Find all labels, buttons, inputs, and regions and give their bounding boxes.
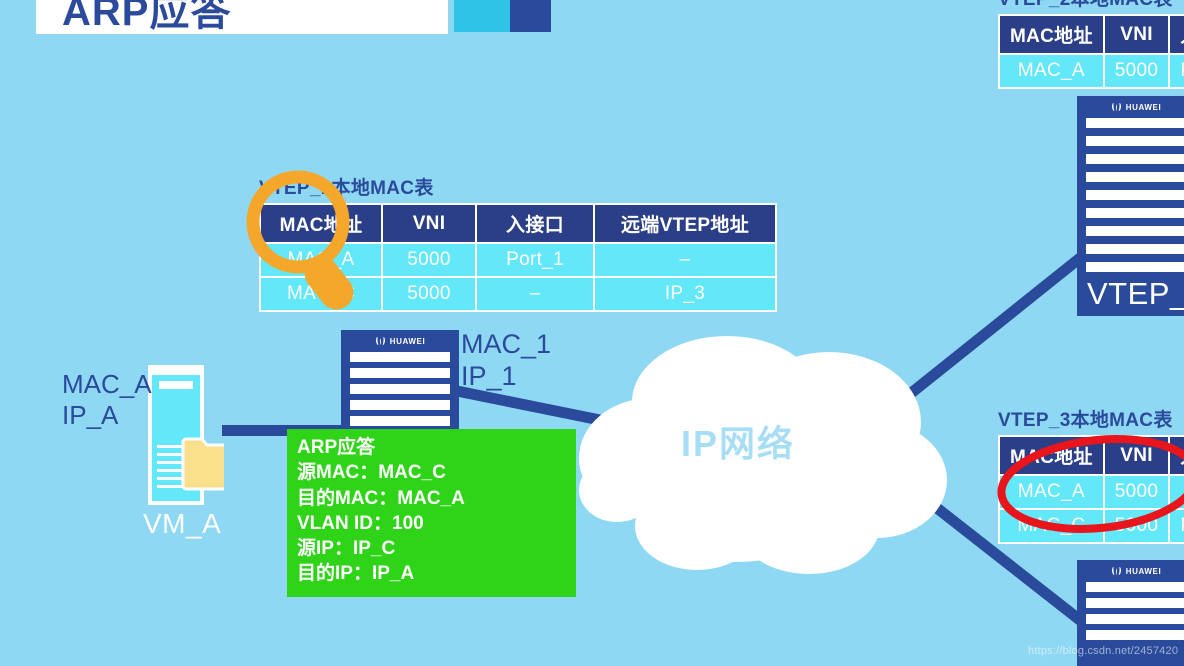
diagram-canvas: IP网络 VM_A MAC_A IP_A HUAWEI MAC_1 IP_1 H… [0,0,1184,666]
port-slot [1086,226,1184,236]
table-header-row: MAC地址 VNI 入接口 远端VTEP地址 [1000,437,1184,474]
vtep2-mac-table: MAC地址 VNI 入接口 远端VTEP地址 MAC_A 5000 Port_1… [998,14,1184,89]
cell-mac: MAC_A [261,244,381,276]
column-header-mac: MAC地址 [1000,437,1103,474]
huawei-logo-mark [1111,103,1121,112]
huawei-logo-mark [375,337,385,346]
cell-mac: MAC_C [261,278,381,310]
arp-packet-src-mac: 源MAC：MAC_C [297,462,446,484]
device-port-slots [1077,118,1184,272]
huawei-logo: HUAWEI [1111,567,1162,576]
vtep1-mac-table-block: VTEP_1本地MAC表 MAC地址 VNI 入接口 远端VTEP地址 MAC_… [259,173,777,312]
vtep3-mac-table-title: VTEP_3本地MAC表 [998,410,1173,431]
vm-a-address-label: MAC_A IP_A [62,369,152,430]
port-slot [1086,136,1184,146]
table-header-row: MAC地址 VNI 入接口 远端VTEP地址 [1000,16,1184,53]
port-slot [1086,630,1184,640]
cell-vni: 5000 [1104,476,1169,508]
title-banner: ARP应答 [36,0,448,34]
vtep1-mac-table: MAC地址 VNI 入接口 远端VTEP地址 MAC_A 5000 Port_1… [259,203,777,312]
cell-inport: Port_1 [477,244,593,276]
huawei-logo: HUAWEI [375,337,426,346]
device-port-slots [341,352,459,426]
vtep2-label: VTEP_2 [1087,276,1184,311]
port-slot [1086,582,1184,592]
cell-remote-vtep: – [595,244,775,276]
port-slot [1086,598,1184,608]
arp-packet-src-ip: 源IP：IP_C [297,538,396,560]
watermark: https://blog.csdn.net/2457420 [1028,645,1179,657]
table-header-row: MAC地址 VNI 入接口 远端VTEP地址 [261,205,775,242]
device-vtep1[interactable]: HUAWEI [341,330,459,434]
vtep2-mac-table-block: VTEP_2本地MAC表 MAC地址 VNI 入接口 远端VTEP地址 MAC_… [998,0,1184,89]
port-slot [1086,614,1184,624]
port-slot [1086,154,1184,164]
huawei-logo-text: HUAWEI [1125,103,1162,112]
port-slot [350,416,450,426]
column-header-vni: VNI [1104,16,1169,53]
cell-mac: MAC_A [1000,55,1103,87]
banner-accent-navy [510,0,551,32]
banner-accent-cyan [454,0,510,32]
vtep1-address-label: MAC_1 IP_1 [461,328,551,393]
vm-a-ip: IP_A [62,399,119,430]
vtep3-mac-table: MAC地址 VNI 入接口 远端VTEP地址 MAC_A 5000 – IP_1… [998,435,1184,544]
vm-a-label: VM_A [143,508,222,539]
cell-vni: 5000 [383,244,475,276]
column-header-remote-vtep: 远端VTEP地址 [595,205,775,242]
table-row: MAC_A 5000 Port_1 – [261,244,775,276]
cell-inport: – [1170,476,1184,508]
port-slot [1086,244,1184,254]
arp-reply-packet-box: ARP应答 源MAC：MAC_C 目的MAC：MAC_A VLAN ID：100… [287,429,576,597]
vtep2-mac-table-title: VTEP_2本地MAC表 [998,0,1184,11]
column-header-inport: 入接口 [1170,437,1184,474]
port-slot [350,384,450,394]
table-row: MAC_A 5000 Port_1 – [1000,55,1184,87]
table-row: MAC_C 5000 – IP_3 [261,278,775,310]
vtep3-mac-table-block: VTEP_3本地MAC表 MAC地址 VNI 入接口 远端VTEP地址 MAC_… [998,405,1184,544]
device-port-slots [1077,582,1184,640]
cell-inport: – [477,278,593,310]
port-slot [1086,190,1184,200]
vtep1-mac-table-title: VTEP_1本地MAC表 [259,178,434,199]
cell-inport: Port_1 [1170,510,1184,542]
port-slot [1086,172,1184,182]
page-title: ARP应答 [62,0,232,34]
column-header-mac: MAC地址 [1000,16,1103,53]
huawei-logo-mark [1111,567,1121,576]
port-slot [1086,262,1184,272]
column-header-vni: VNI [383,205,475,242]
arp-packet-vlan-id: VLAN ID：100 [297,512,424,534]
column-header-inport: 入接口 [1170,16,1184,53]
port-slot [1086,208,1184,218]
arp-packet-dst-mac: 目的MAC：MAC_A [297,487,465,509]
cell-vni: 5000 [383,278,475,310]
port-slot [350,352,450,362]
table-row: MAC_C 5000 Port_1 – [1000,510,1184,542]
port-slot [1086,118,1184,128]
cell-vni: 5000 [1104,55,1169,87]
column-header-mac: MAC地址 [261,205,381,242]
cell-mac: MAC_A [1000,476,1103,508]
cell-mac: MAC_C [1000,510,1103,542]
cell-remote-vtep: IP_3 [595,278,775,310]
cell-vni: 5000 [1104,510,1169,542]
vm-a-host-icon [148,365,224,505]
column-header-inport: 入接口 [477,205,593,242]
cell-inport: Port_1 [1170,55,1184,87]
column-header-vni: VNI [1104,437,1169,474]
cloud-label: IP网络 [681,423,796,464]
vtep1-mac: MAC_1 [461,329,552,359]
vm-a-mac: MAC_A [62,369,152,399]
arp-packet-dst-ip: 目的IP：IP_A [297,563,415,585]
huawei-logo-text: HUAWEI [1125,567,1162,576]
port-slot [350,368,450,378]
port-slot [350,400,450,410]
arp-packet-title: ARP应答 [297,437,376,458]
huawei-logo: HUAWEI [1111,103,1162,112]
vtep1-ip: IP_1 [461,361,517,392]
table-row: MAC_A 5000 – IP_1 [1000,476,1184,508]
huawei-logo-text: HUAWEI [389,337,426,346]
